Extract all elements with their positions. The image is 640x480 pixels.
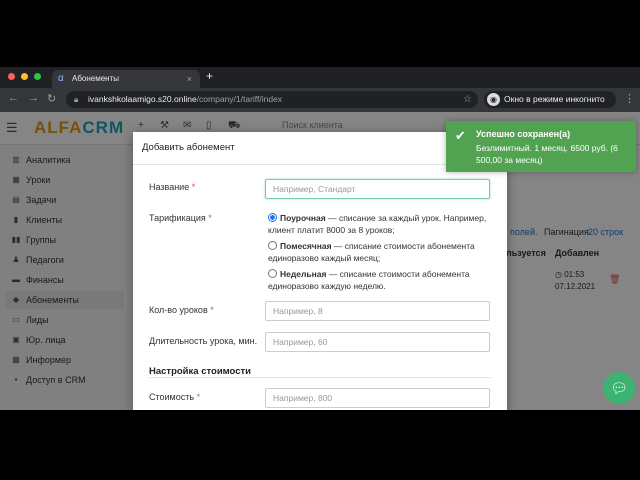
toast-message: Безлимитный. 1 месяц. 6500 руб. (6 500,0… — [476, 143, 618, 165]
url-text: ivankshkolaamigo.s20.online/company/1/ta… — [88, 94, 283, 104]
duration-input[interactable]: Например, 60 — [265, 332, 490, 352]
browser-menu-icon[interactable]: ⋮ — [624, 92, 635, 105]
tab-close-icon[interactable]: × — [187, 70, 192, 88]
toast-title: Успешно сохранен(а) — [476, 129, 571, 139]
incognito-icon: ◉ — [487, 93, 500, 106]
chat-widget-icon[interactable]: 💬︎ — [603, 372, 635, 404]
tariff-label: Тарификация * — [149, 213, 212, 223]
radio-per-lesson[interactable]: Поурочная — списание за каждый урок. Нап… — [268, 212, 498, 236]
forward-icon[interactable]: → — [28, 92, 39, 104]
tab-title: Абонементы — [72, 74, 120, 83]
bookmark-star-icon[interactable]: ☆ — [463, 91, 472, 108]
radio-unchecked-icon[interactable] — [268, 241, 277, 250]
add-abonement-modal: Добавить абонемент Название * Например, … — [133, 132, 507, 410]
name-input[interactable]: Например, Стандарт — [265, 179, 490, 199]
modal-title: Добавить абонемент — [142, 142, 235, 153]
radio-weekly[interactable]: Недельная — списание стоимости абонемент… — [268, 268, 498, 292]
address-bar-row: ← → ↻ 🔒︎ ivankshkolaamigo.s20.online/com… — [0, 88, 640, 112]
new-tab-button[interactable]: + — [206, 69, 213, 83]
lessons-count-input[interactable]: Например, 8 — [265, 301, 490, 321]
cost-input[interactable]: Например, 800 — [265, 388, 490, 408]
radio-unchecked-icon[interactable] — [268, 269, 277, 278]
alfa-favicon-icon: α — [58, 73, 64, 84]
price-section-title: Настройка стоимости — [149, 366, 252, 377]
tab-abonements[interactable]: α Абонементы × — [52, 70, 200, 88]
incognito-badge[interactable]: ◉ Окно в режиме инкогнито — [484, 91, 616, 108]
success-toast[interactable]: ✔ Успешно сохранен(а) Безлимитный. 1 мес… — [446, 121, 636, 172]
cost-label: Стоимость * — [149, 392, 201, 402]
section-divider — [149, 377, 491, 378]
lock-icon: 🔒︎ — [74, 95, 79, 104]
lessons-count-label: Кол-во уроков * — [149, 305, 214, 315]
name-label: Название * — [149, 182, 196, 192]
url-bar[interactable]: 🔒︎ ivankshkolaamigo.s20.online/company/1… — [66, 91, 478, 108]
reload-icon[interactable]: ↻ — [47, 92, 56, 105]
incognito-label: Окно в режиме инкогнито — [504, 94, 605, 104]
radio-monthly[interactable]: Помесячная — списание стоимости абонемен… — [268, 240, 498, 264]
minimize-window-icon[interactable] — [21, 73, 28, 80]
browser-window: α Абонементы × + ← → ↻ 🔒︎ ivankshkolaami… — [0, 67, 640, 410]
checkmark-icon: ✔ — [455, 128, 466, 143]
back-icon[interactable]: ← — [8, 92, 19, 104]
maximize-window-icon[interactable] — [34, 73, 41, 80]
radio-checked-icon[interactable] — [268, 213, 277, 222]
close-window-icon[interactable] — [8, 73, 15, 80]
tab-bar: α Абонементы × + — [0, 67, 640, 88]
duration-label: Длительность урока, мин. — [149, 336, 258, 346]
